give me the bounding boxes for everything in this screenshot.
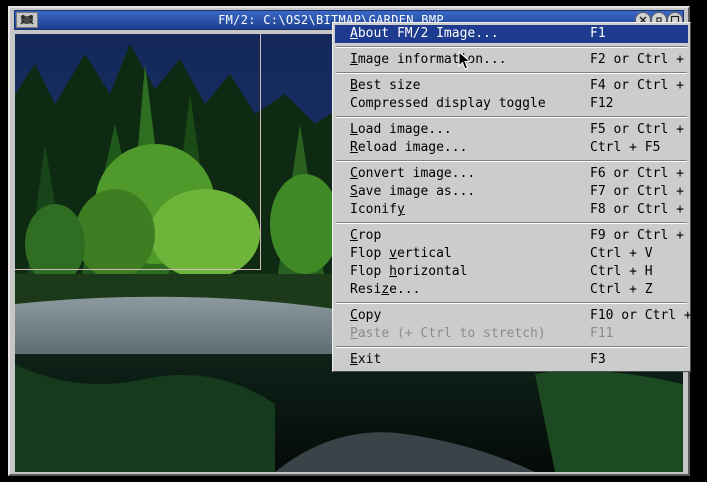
menu-item-label: Image information...: [350, 52, 507, 67]
menu-item-label: Paste (+ Ctrl to stretch): [350, 326, 546, 341]
menu-item-label: Reload image...: [350, 140, 468, 155]
menu-item-shortcut: F7 or Ctrl + S: [590, 184, 700, 199]
menu-item-shortcut: F5 or Ctrl + L: [590, 122, 700, 137]
menu-item-shortcut: F10 or Ctrl + O: [590, 308, 707, 323]
menu-item[interactable]: Convert image... F6 or Ctrl + C: [335, 165, 700, 183]
menu-item-shortcut: F1: [590, 26, 606, 41]
menu-item-label: Copy: [350, 308, 382, 323]
menu-item-label: Resize...: [350, 282, 421, 297]
menu-item[interactable]: Save image as... F7 or Ctrl + S: [335, 183, 700, 201]
menu-item-label: Save image as...: [350, 184, 476, 199]
menu-item-shortcut: Ctrl + Z: [590, 282, 653, 297]
menu-item-label: Flop vertical: [350, 246, 452, 261]
mouse-pointer-icon: [458, 51, 472, 70]
menu-separator: [336, 116, 687, 118]
menu-item[interactable]: Best size F4 or Ctrl + B: [335, 77, 700, 95]
menu-item-shortcut: F8 or Ctrl + Y: [590, 202, 700, 217]
menu-item[interactable]: Reload image... Ctrl + F5: [335, 139, 688, 157]
menu-item[interactable]: Exit F3: [335, 351, 688, 369]
menu-item-shortcut: F4 or Ctrl + B: [590, 78, 700, 93]
menu-item-shortcut: Ctrl + V: [590, 246, 653, 261]
menu-separator: [336, 160, 687, 162]
menu-item-shortcut: F11: [590, 326, 614, 341]
system-menu-icon[interactable]: [16, 12, 38, 28]
menu-separator: [336, 302, 687, 304]
menu-item-shortcut: F9 or Ctrl + R: [590, 228, 700, 243]
crop-selection-rectangle[interactable]: [15, 34, 261, 270]
menu-item[interactable]: Iconify F8 or Ctrl + Y: [335, 201, 700, 219]
menu-item-label: Exit: [350, 352, 382, 367]
menu-item[interactable]: Crop F9 or Ctrl + R: [335, 227, 700, 245]
menu-item[interactable]: Load image... F5 or Ctrl + L: [335, 121, 700, 139]
menu-item-label: Convert image...: [350, 166, 476, 181]
menu-item[interactable]: Image information... F2 or Ctrl + I: [335, 51, 700, 69]
menu-item-label: Load image...: [350, 122, 452, 137]
menu-item[interactable]: Copy F10 or Ctrl + O: [335, 307, 707, 325]
menu-separator: [336, 222, 687, 224]
menu-item-shortcut: F6 or Ctrl + C: [590, 166, 700, 181]
menu-item-label: Best size: [350, 78, 421, 93]
menu-item-shortcut: Ctrl + F5: [590, 140, 661, 155]
menu-item-label: Compressed display toggle: [350, 96, 546, 111]
menu-separator: [336, 346, 687, 348]
menu-item[interactable]: Flop horizontal Ctrl + H: [335, 263, 688, 281]
menu-item-label: Iconify: [350, 202, 405, 217]
menu-separator: [336, 72, 687, 74]
menu-item[interactable]: About FM/2 Image... F1: [335, 25, 688, 43]
menu-item-shortcut: F2 or Ctrl + I: [590, 52, 700, 67]
menu-item-label: Crop: [350, 228, 382, 243]
menu-item-label: Flop horizontal: [350, 264, 468, 279]
menu-item-shortcut: F12: [590, 96, 614, 111]
context-menu: About FM/2 Image... F1 Image information..…: [332, 22, 707, 372]
menu-item-label: About FM/2 Image...: [350, 26, 499, 41]
menu-item-shortcut: Ctrl + H: [590, 264, 653, 279]
menu-item[interactable]: Flop vertical Ctrl + V: [335, 245, 688, 263]
menu-item[interactable]: Resize... Ctrl + Z: [335, 281, 688, 299]
menu-item[interactable]: Compressed display toggle F12: [335, 95, 688, 113]
menu-item: Paste (+ Ctrl to stretch) F11: [335, 325, 688, 343]
menu-separator: [336, 46, 687, 48]
menu-item-shortcut: F3: [590, 352, 606, 367]
